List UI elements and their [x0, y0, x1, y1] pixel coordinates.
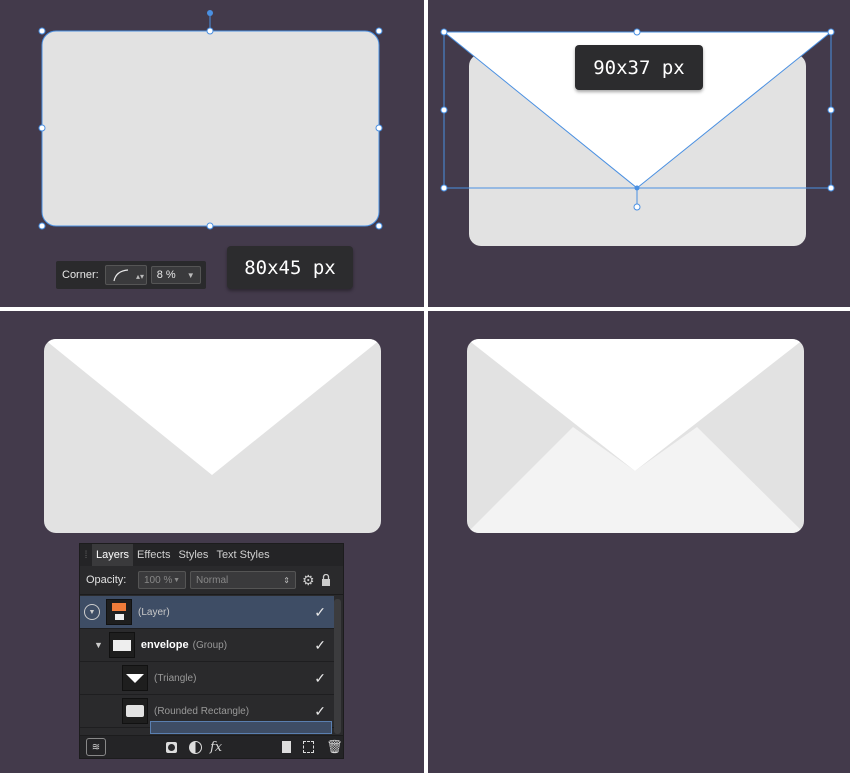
group-name: envelope [140, 639, 189, 651]
tab-effects[interactable]: Effects [133, 549, 174, 561]
layers-panel: ⁞ Layers Effects Styles Text Styles Opac… [79, 543, 344, 759]
opacity-label: Opacity: [86, 574, 127, 586]
blend-mode-dropdown[interactable]: Normal ⇕ [190, 571, 296, 589]
rectangle-thumbnail [122, 698, 148, 724]
group-thumbnail [108, 632, 135, 658]
layer-row-triangle[interactable]: (Triangle) ✓ [80, 662, 334, 695]
adjustment-icon[interactable] [189, 740, 202, 754]
expand-arrow-icon[interactable]: ▼ [94, 640, 103, 650]
corner-label: Corner: [62, 269, 99, 281]
drag-drop-indicator [150, 721, 332, 734]
new-layer-icon[interactable] [303, 741, 315, 753]
stepper-arrows-icon: ⇕ [283, 575, 290, 585]
triangle-thumbnail [122, 665, 148, 691]
visibility-checkmark-icon[interactable]: ✓ [314, 703, 326, 720]
triangle-apex-handle [634, 185, 640, 191]
dropdown-arrow-icon: ▼ [173, 576, 180, 584]
canvas-panel-finished-envelope [428, 311, 850, 773]
visibility-checkmark-icon[interactable]: ✓ [314, 670, 326, 687]
new-page-icon[interactable] [282, 741, 292, 753]
dropdown-arrow-icon: ▼ [186, 270, 195, 280]
gear-icon[interactable]: ⚙ [302, 572, 315, 589]
layers-icon[interactable]: ≋ [86, 738, 106, 756]
mask-icon[interactable] [166, 741, 177, 753]
group-type: (Group) [192, 639, 228, 651]
rotation-handle [207, 10, 213, 16]
collapse-toggle-icon[interactable]: ▼ [84, 604, 100, 620]
visibility-checkmark-icon[interactable]: ✓ [314, 637, 326, 654]
canvas-panel-rectangle: Corner: ▴▾ 8 % ▼ 80x45 px [0, 0, 424, 307]
corner-radius-field[interactable]: 8 % ▼ [150, 266, 201, 284]
layer-name: (Rounded Rectangle) [154, 705, 250, 717]
corner-curve-icon: ▴▾ [113, 269, 144, 282]
grip-icon[interactable]: ⁞ [80, 550, 92, 561]
opacity-row: Opacity: 100 % ▼ Normal ⇕ ⚙ [80, 566, 343, 595]
corner-type-dropdown[interactable]: ▴▾ [104, 265, 147, 285]
lock-icon[interactable] [321, 574, 331, 586]
layer-row-layer[interactable]: ▼ (Layer) ✓ [80, 596, 334, 629]
rotation-handle [633, 203, 641, 211]
corner-toolbar: Corner: ▴▾ 8 % ▼ [56, 261, 206, 289]
tab-layers[interactable]: Layers [92, 544, 134, 566]
svg-text:▴▾: ▴▾ [136, 272, 144, 281]
canvas-panel-envelope-layers: ⁞ Layers Effects Styles Text Styles Opac… [0, 311, 424, 773]
blend-mode-value: Normal [196, 574, 229, 586]
canvas-panel-triangle: 90x37 px [428, 0, 850, 307]
visibility-checkmark-icon[interactable]: ✓ [314, 604, 326, 621]
trash-icon[interactable]: 🗑 [326, 739, 343, 755]
finished-envelope-canvas[interactable] [428, 311, 850, 773]
layers-panel-tabs: ⁞ Layers Effects Styles Text Styles [80, 544, 343, 566]
opacity-field[interactable]: 100 % ▼ [138, 571, 186, 589]
layers-scrollbar[interactable] [334, 599, 341, 734]
dimension-readout: 90x37 px [575, 45, 703, 90]
opacity-value: 100 % [144, 574, 173, 586]
layer-name: (Layer) [138, 606, 170, 618]
layer-thumbnail [106, 599, 132, 625]
fx-icon[interactable]: fx [210, 740, 222, 755]
layer-row-envelope-group[interactable]: ▼ envelope (Group) ✓ [80, 629, 334, 662]
rounded-rectangle-shape [42, 31, 379, 226]
layer-name: (Triangle) [154, 672, 197, 684]
tab-text-styles[interactable]: Text Styles [212, 549, 273, 561]
layers-panel-footer: ≋ fx 🗑 [80, 735, 343, 758]
tab-styles[interactable]: Styles [174, 549, 212, 561]
dimension-readout: 80x45 px [227, 246, 353, 289]
corner-radius-value: 8 % [156, 269, 176, 281]
